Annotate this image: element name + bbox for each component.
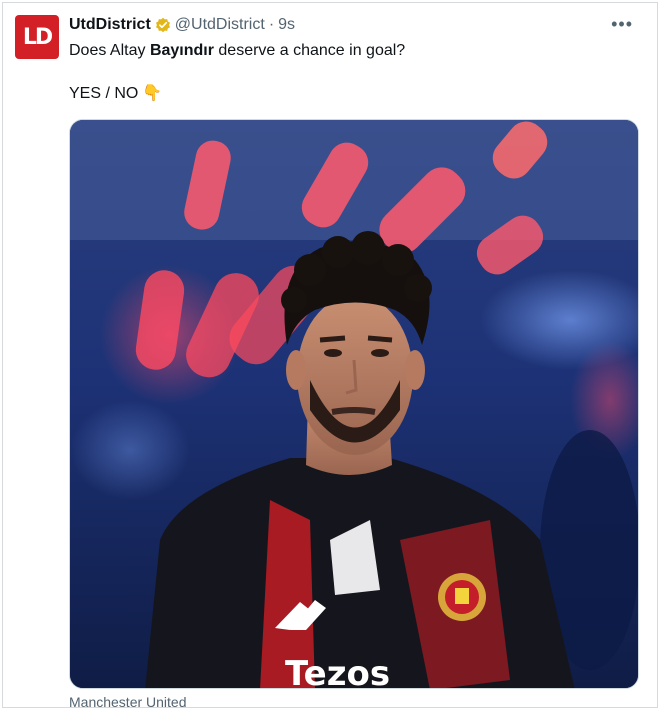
separator-dot: · bbox=[268, 16, 275, 33]
verified-badge-icon bbox=[155, 17, 171, 33]
avatar[interactable]: LD bbox=[15, 15, 59, 59]
tweet-photo[interactable]: Tezos bbox=[69, 119, 639, 689]
avatar-logo-text: LD bbox=[22, 24, 53, 50]
tweet-text-part-end: deserve a chance in goal? bbox=[213, 42, 406, 59]
timestamp[interactable]: 9s bbox=[278, 16, 295, 34]
tweet-header: UtdDistrict @UtdDistrict · 9s bbox=[69, 16, 617, 34]
photo-illustration: Tezos bbox=[70, 120, 638, 689]
handle[interactable]: @UtdDistrict bbox=[175, 16, 265, 34]
display-name[interactable]: UtdDistrict bbox=[69, 16, 151, 34]
more-dots-icon[interactable]: ••• bbox=[611, 15, 633, 33]
sponsor-text: Tezos bbox=[285, 654, 390, 689]
pointing-down-emoji-icon: 👇 bbox=[142, 85, 163, 102]
poll-line: YES / NO 👇 bbox=[69, 83, 162, 104]
tweet-text-bold: Bayındır bbox=[149, 42, 214, 59]
tweet-card[interactable]: LD UtdDistrict @UtdDistrict · 9s ••• Doe… bbox=[2, 2, 658, 710]
tweet-text: Does Altay Bayındır deserve a chance in … bbox=[69, 40, 637, 61]
tweet-text-part: Does Altay bbox=[69, 42, 150, 59]
photo-caption[interactable]: Manchester United bbox=[69, 694, 187, 710]
poll-text: YES / NO bbox=[69, 85, 139, 102]
